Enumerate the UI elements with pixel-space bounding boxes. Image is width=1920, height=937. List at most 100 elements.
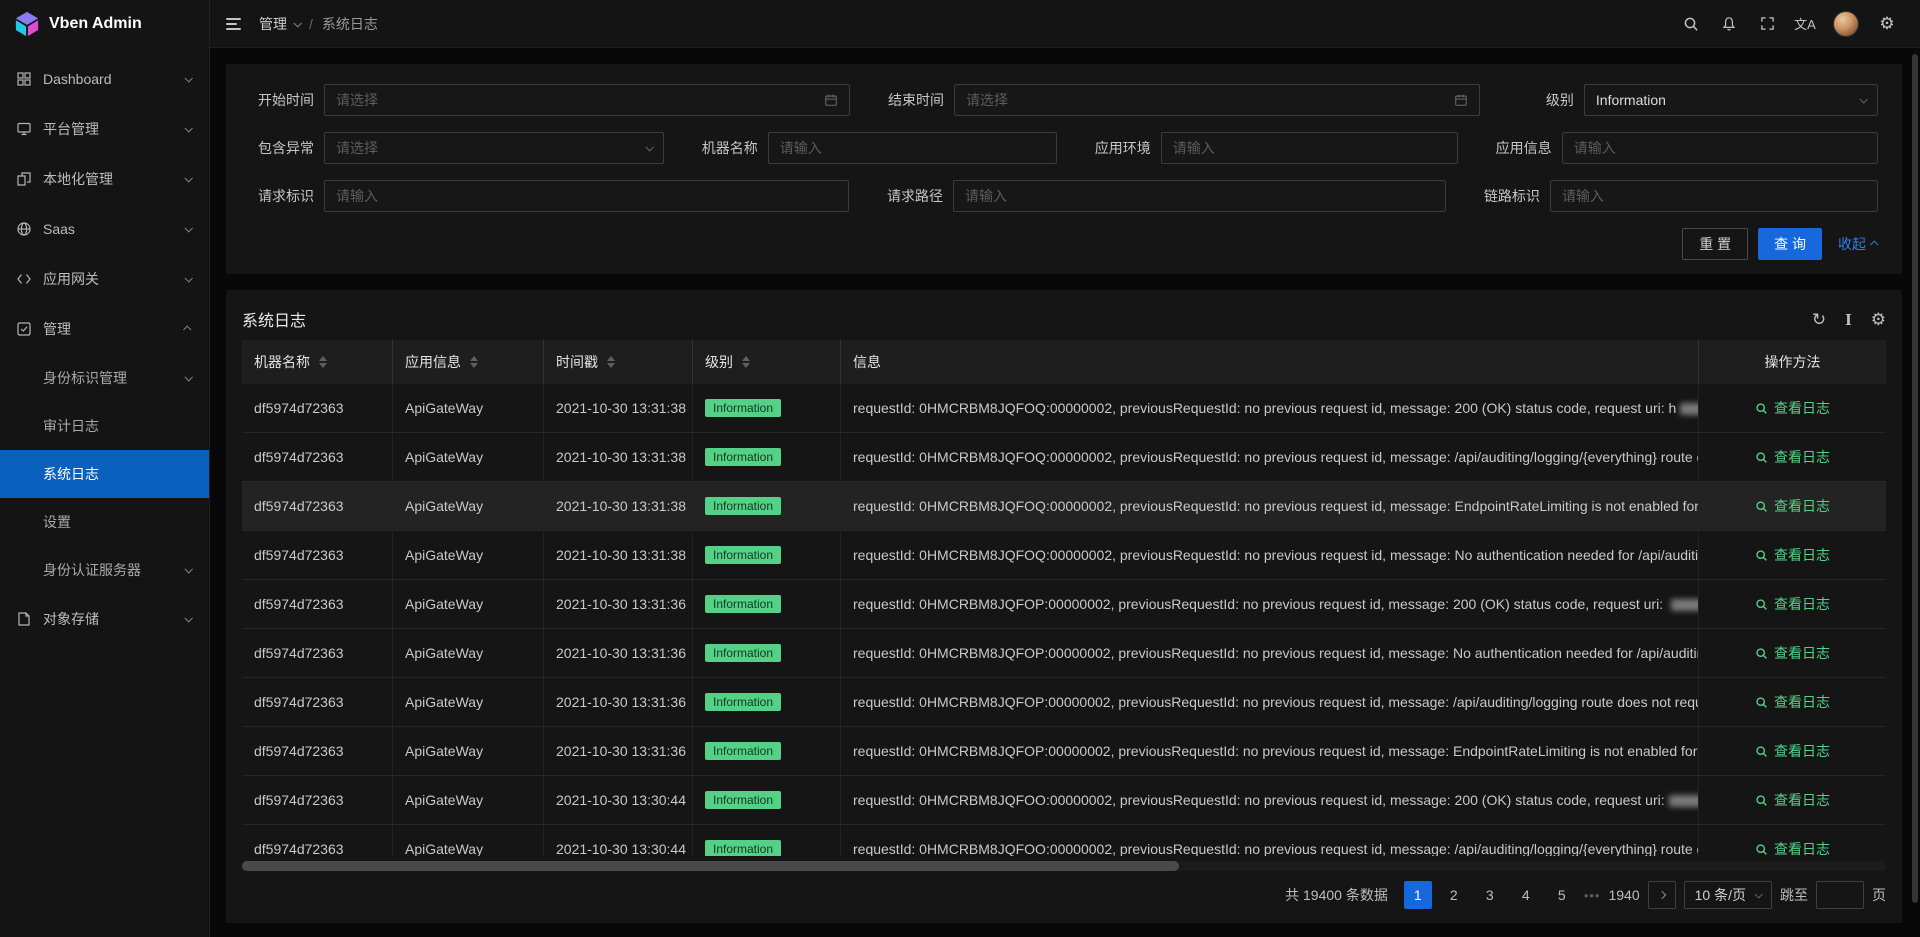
sidebar-item-identity[interactable]: 身份标识管理 — [0, 354, 209, 402]
user-avatar[interactable] — [1833, 11, 1859, 37]
table-row[interactable]: df5974d72363ApiGateWay2021-10-30 13:31:3… — [242, 384, 1886, 433]
sidebar-item-settings[interactable]: 设置 — [0, 498, 209, 546]
page-button-2[interactable]: 2 — [1440, 881, 1468, 909]
page-button-1940[interactable]: 1940 — [1608, 881, 1639, 909]
timestamp-cell: 2021-10-30 13:31:38 — [544, 482, 693, 530]
view-log-link[interactable]: 查看日志 — [1755, 447, 1830, 467]
vertical-scrollbar[interactable] — [1912, 54, 1918, 929]
table-row[interactable]: df5974d72363ApiGateWay2021-10-30 13:31:3… — [242, 531, 1886, 580]
sidebar-item-auth-server[interactable]: 身份认证服务器 — [0, 546, 209, 594]
timestamp-cell: 2021-10-30 13:31:36 — [544, 727, 693, 775]
date-input[interactable]: 请选择 — [324, 84, 850, 116]
table-row[interactable]: df5974d72363ApiGateWay2021-10-30 13:30:4… — [242, 776, 1886, 825]
view-log-link[interactable]: 查看日志 — [1755, 496, 1830, 516]
sidebar-item-gateway[interactable]: 应用网关 — [0, 254, 209, 304]
table-row[interactable]: df5974d72363ApiGateWay2021-10-30 13:31:3… — [242, 629, 1886, 678]
text-input[interactable] — [324, 180, 849, 212]
table-row[interactable]: df5974d72363ApiGateWay2021-10-30 13:31:3… — [242, 678, 1886, 727]
filter-field: 机器名称 — [694, 132, 1057, 164]
page-size-select[interactable]: 10 条/页 — [1684, 881, 1772, 909]
column-settings-gear-icon[interactable]: ⚙ — [1871, 311, 1886, 328]
table-row[interactable]: df5974d72363ApiGateWay2021-10-30 13:31:3… — [242, 482, 1886, 531]
date-input[interactable]: 请选择 — [954, 84, 1480, 116]
table-row[interactable]: df5974d72363ApiGateWay2021-10-30 13:30:4… — [242, 825, 1886, 856]
text-input[interactable] — [1550, 180, 1878, 212]
level-badge: Information — [705, 448, 781, 466]
select-input[interactable]: 请选择 — [324, 132, 664, 164]
collapse-filters-link[interactable]: 收起 — [1838, 234, 1878, 254]
app-title: Vben Admin — [49, 15, 142, 33]
reset-button[interactable]: 重 置 — [1682, 228, 1748, 260]
view-log-link[interactable]: 查看日志 — [1755, 545, 1830, 565]
view-log-link[interactable]: 查看日志 — [1755, 839, 1830, 856]
sidebar-item-audit-logs[interactable]: 审计日志 — [0, 402, 209, 450]
settings-gear-icon[interactable]: ⚙ — [1868, 0, 1906, 48]
app-info-cell: ApiGateWay — [393, 384, 544, 432]
horizontal-scrollbar[interactable] — [242, 861, 1886, 871]
text-input[interactable] — [1161, 132, 1458, 164]
sidebar-item-dashboard[interactable]: Dashboard — [0, 54, 209, 104]
text-input[interactable] — [768, 132, 1057, 164]
pagination-ellipsis[interactable]: ••• — [1584, 888, 1601, 903]
translate-icon[interactable]: 文A — [1786, 0, 1824, 48]
table-row[interactable]: df5974d72363ApiGateWay2021-10-30 13:31:3… — [242, 727, 1886, 776]
view-log-link[interactable]: 查看日志 — [1755, 594, 1830, 614]
machine-name-cell: df5974d72363 — [242, 482, 393, 530]
vertical-scrollbar-thumb[interactable] — [1912, 54, 1918, 903]
breadcrumb-menu[interactable]: 管理 — [259, 14, 300, 34]
message-cell: requestId: 0HMCRBM8JQFOO:00000002, previ… — [841, 825, 1699, 856]
fullscreen-icon[interactable] — [1748, 0, 1786, 48]
sidebar-item-management[interactable]: 管理 — [0, 304, 209, 354]
select-input[interactable]: Information — [1584, 84, 1878, 116]
field-label: 链路标识 — [1476, 186, 1540, 206]
column-header-1[interactable]: 机器名称 — [242, 340, 393, 384]
column-header-3[interactable]: 时间戳 — [544, 340, 693, 384]
view-log-link[interactable]: 查看日志 — [1755, 692, 1830, 712]
table-row[interactable]: df5974d72363ApiGateWay2021-10-30 13:31:3… — [242, 580, 1886, 629]
table-row[interactable]: df5974d72363ApiGateWay2021-10-30 13:31:3… — [242, 433, 1886, 482]
sidebar-item-localization[interactable]: 本地化管理 — [0, 154, 209, 204]
next-page-button[interactable] — [1648, 881, 1676, 909]
column-header-2[interactable]: 应用信息 — [393, 340, 544, 384]
text-input[interactable] — [953, 180, 1446, 212]
view-log-link[interactable]: 查看日志 — [1755, 790, 1830, 810]
view-log-link[interactable]: 查看日志 — [1755, 643, 1830, 663]
field-label: 开始时间 — [250, 90, 314, 110]
scrollbar-thumb[interactable] — [242, 861, 1179, 871]
app-logo[interactable]: Vben Admin — [0, 0, 209, 48]
chevron-down-icon — [184, 174, 192, 182]
main-area: 管理 / 系统日志 文A ⚙ — [210, 0, 1920, 937]
page-button-1[interactable]: 1 — [1404, 881, 1432, 909]
page-button-3[interactable]: 3 — [1476, 881, 1504, 909]
filter-form: 开始时间请选择结束时间请选择级别Information包含异常请选择机器名称应用… — [250, 84, 1878, 212]
search-icon — [1755, 647, 1768, 660]
column-header-4[interactable]: 级别 — [693, 340, 841, 384]
filter-field: 应用环境 — [1087, 132, 1458, 164]
calendar-icon — [824, 93, 838, 107]
page-button-4[interactable]: 4 — [1512, 881, 1540, 909]
sidebar-item-system-logs[interactable]: 系统日志 — [0, 450, 209, 498]
view-log-link[interactable]: 查看日志 — [1755, 398, 1830, 418]
pagination: 共 19400 条数据 12345•••1940 10 条/页 跳至 页 — [242, 873, 1886, 917]
menu-fold-icon[interactable] — [224, 14, 243, 34]
sidebar-item-saas[interactable]: Saas — [0, 204, 209, 254]
sidebar-menu: Dashboard平台管理本地化管理Saas应用网关管理身份标识管理审计日志系统… — [0, 48, 209, 937]
refresh-icon[interactable]: ↻ — [1812, 311, 1826, 328]
text-input[interactable] — [1562, 132, 1878, 164]
redacted-text — [1669, 795, 1699, 807]
notification-bell-icon[interactable] — [1710, 0, 1748, 48]
page-button-5[interactable]: 5 — [1548, 881, 1576, 909]
jump-page-input[interactable] — [1816, 881, 1864, 909]
app-info-cell: ApiGateWay — [393, 433, 544, 481]
field-label: 级别 — [1510, 90, 1574, 110]
search-icon[interactable] — [1672, 0, 1710, 48]
action-cell: 查看日志 — [1699, 678, 1886, 726]
query-button[interactable]: 查 询 — [1758, 228, 1822, 260]
filter-field: 链路标识 — [1476, 180, 1878, 212]
row-height-icon[interactable]: I — [1845, 311, 1852, 328]
sidebar-item-platform[interactable]: 平台管理 — [0, 104, 209, 154]
total-count: 共 19400 条数据 — [1285, 885, 1388, 905]
view-log-link[interactable]: 查看日志 — [1755, 741, 1830, 761]
sidebar-item-object-storage[interactable]: 对象存储 — [0, 594, 209, 644]
timestamp-cell: 2021-10-30 13:31:38 — [544, 433, 693, 481]
